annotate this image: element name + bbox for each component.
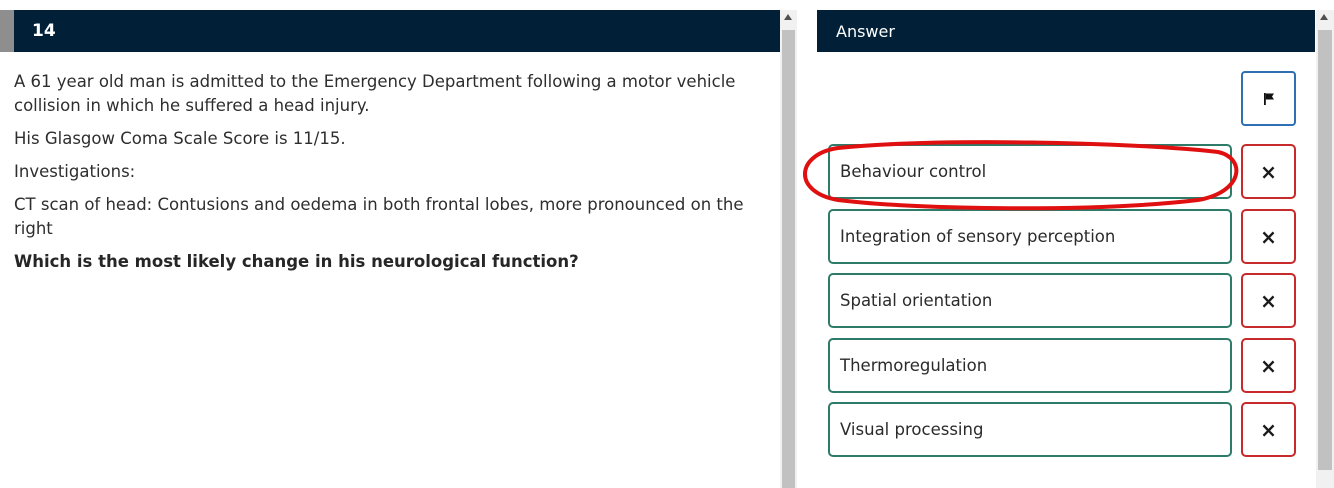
scrollbar-thumb[interactable] [1318,30,1332,470]
question-paragraph: His Glasgow Coma Scale Score is 11/15. [14,129,346,148]
answer-option-label: Thermoregulation [840,356,988,375]
question-scrollbar[interactable] [780,10,797,488]
answer-option[interactable]: Integration of sensory perception [828,209,1232,264]
answer-option[interactable]: Spatial orientation [828,273,1232,328]
question-stem: A 61 year old man is admitted to the Eme… [14,70,764,283]
flag-icon [1264,93,1274,105]
answer-option[interactable]: Visual processing [828,402,1232,457]
scroll-up-arrow-icon[interactable] [784,14,792,20]
question-paragraph: Investigations: [14,162,136,181]
scroll-up-arrow-icon[interactable] [1320,14,1328,20]
answer-scrollbar[interactable] [1316,10,1334,488]
close-icon: × [1260,354,1277,378]
close-icon: × [1260,289,1277,313]
strike-option-button[interactable]: × [1241,402,1296,457]
close-icon: × [1260,225,1277,249]
answer-option[interactable]: Thermoregulation [828,338,1232,393]
answer-option-label: Spatial orientation [840,291,993,310]
question-prompt: Which is the most likely change in his n… [14,252,579,271]
question-paragraph: A 61 year old man is admitted to the Eme… [14,72,736,115]
strike-option-button[interactable]: × [1241,144,1296,199]
scrollbar-thumb[interactable] [782,30,795,488]
answer-title: Answer [836,22,895,41]
question-header-gutter [0,10,14,52]
question-number: 14 [32,21,56,41]
answer-header: Answer [817,10,1315,52]
strike-option-button[interactable]: × [1241,209,1296,264]
question-paragraph: CT scan of head: Contusions and oedema i… [14,195,744,238]
strike-option-button[interactable]: × [1241,273,1296,328]
close-icon: × [1260,418,1277,442]
flag-question-button[interactable] [1241,71,1296,126]
answer-option-label: Visual processing [840,420,984,439]
answer-option-label: Behaviour control [840,162,987,181]
close-icon: × [1260,160,1277,184]
question-header: 14 [14,10,780,52]
strike-option-button[interactable]: × [1241,338,1296,393]
answer-option[interactable]: Behaviour control [828,144,1232,199]
answer-option-label: Integration of sensory perception [840,227,1116,246]
